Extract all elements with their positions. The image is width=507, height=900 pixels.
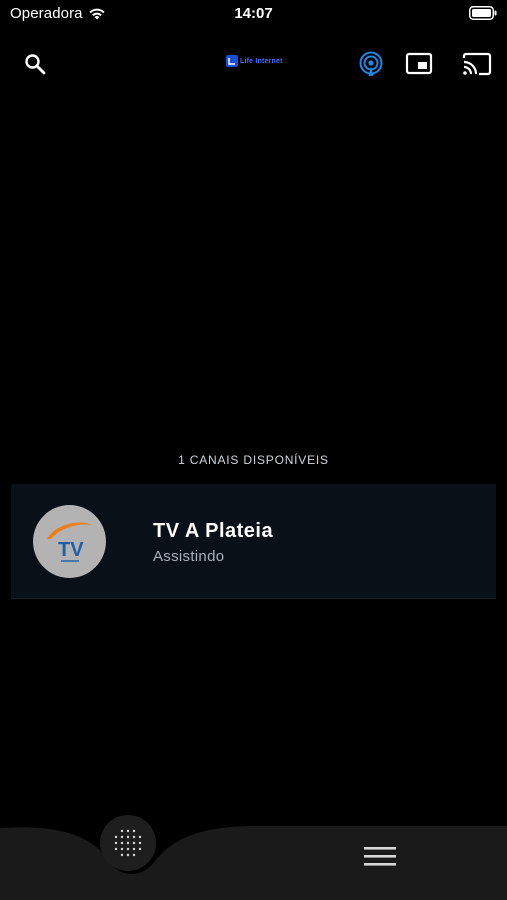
picture-in-picture-button[interactable] <box>403 48 435 80</box>
channel-list-item[interactable]: TV TV A Plateia Assistindo <box>11 484 496 599</box>
channel-logo: TV <box>33 505 106 578</box>
battery-icon <box>469 6 497 20</box>
menu-button[interactable] <box>362 844 398 870</box>
status-bar: Operadora 14:07 <box>0 0 507 30</box>
picture-in-picture-icon <box>405 52 433 75</box>
hamburger-menu-icon <box>364 847 396 866</box>
brand-mark-icon <box>226 55 238 67</box>
channel-status: Assistindo <box>153 548 225 565</box>
brand-logo: Life Internet <box>226 54 283 68</box>
top-toolbar: Life Internet <box>0 40 507 88</box>
live-broadcast-button[interactable] <box>355 48 387 80</box>
clock: 14:07 <box>234 5 273 22</box>
channels-grid-button[interactable] <box>100 815 156 871</box>
cast-icon <box>462 52 492 76</box>
channels-count-label: 1 CANAIS DISPONÍVEIS <box>178 453 329 467</box>
tv-channel-logo-icon: TV <box>47 522 93 562</box>
channel-name: TV A Plateia <box>153 520 274 542</box>
channel-logo-text: TV <box>58 539 84 561</box>
search-button[interactable] <box>19 48 51 80</box>
grid-dots-icon <box>114 829 142 857</box>
bottom-nav-bar <box>0 826 507 900</box>
cast-button[interactable] <box>461 48 493 80</box>
search-icon <box>25 54 46 75</box>
podcast-icon <box>359 51 383 76</box>
brand-logo-text: Life Internet <box>240 57 283 65</box>
